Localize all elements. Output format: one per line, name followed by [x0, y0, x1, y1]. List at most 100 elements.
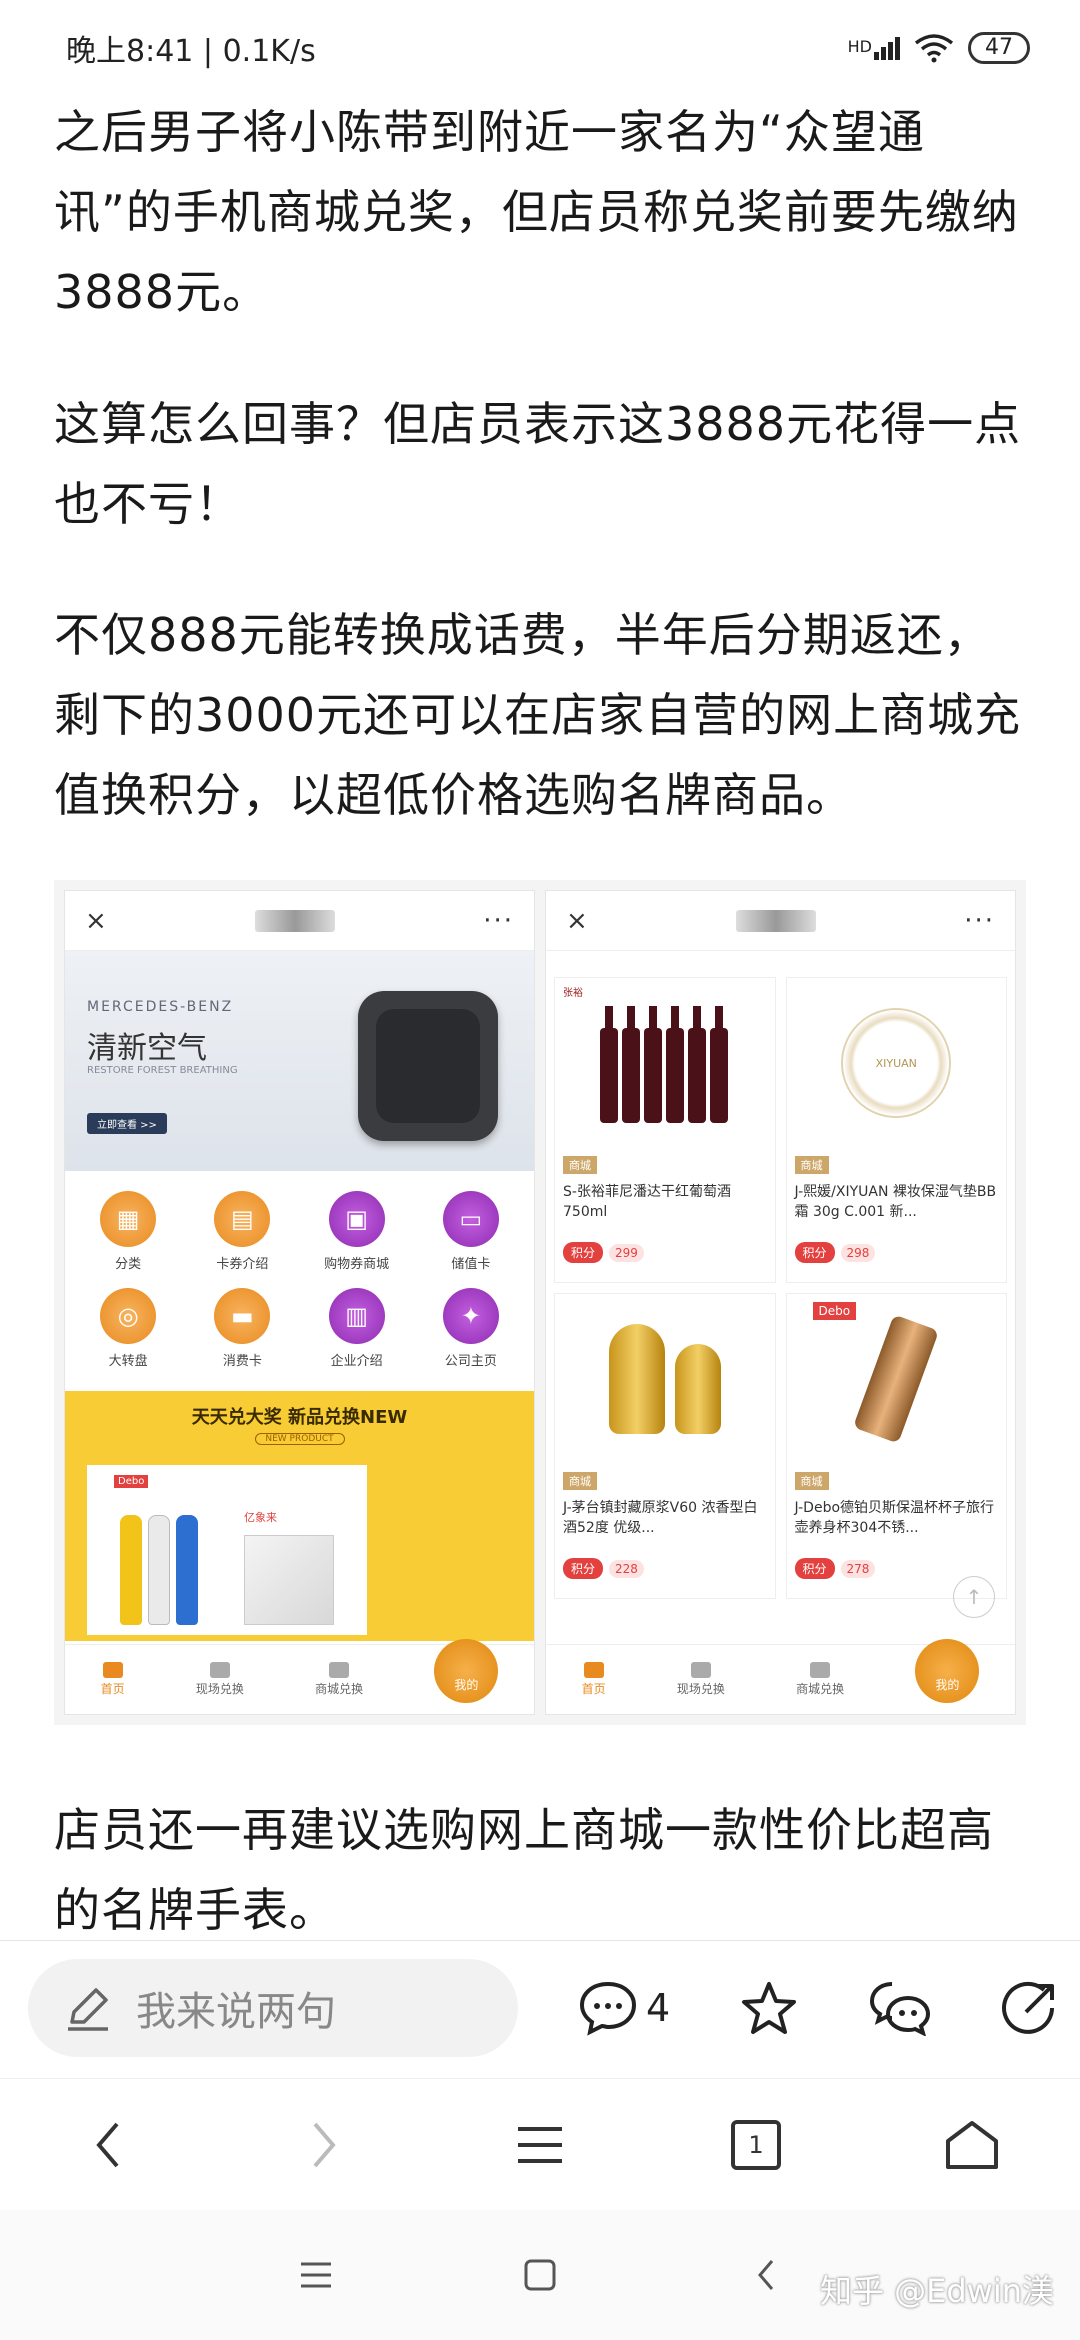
product-name: S-张裕菲尼潘达干红葡萄酒750ml — [563, 1184, 731, 1220]
hd-label: HD — [847, 36, 872, 56]
tab-onsite-exchange: 现场兑换 — [196, 1662, 244, 1697]
cloud-icon — [810, 1662, 831, 1678]
status-bar: 晚上8:41 | 0.1K/s HD 47 — [0, 0, 1080, 96]
promo-section: 天天兑大奖 新品兑换NEW NEW PRODUCT Debo 亿象来 — [65, 1391, 534, 1641]
status-time: 晚上8:41 — [66, 34, 194, 69]
forward-button[interactable] — [284, 2105, 364, 2185]
article-paragraph: 店员还一再建议选购网上商城一款性价比超高的名牌手表。 — [54, 1803, 994, 1937]
product-name: J-熙媛/XIYUAN 裸妆保湿气垫BB霜 30g C.001 新... — [794, 1184, 997, 1220]
comment-placeholder: 我来说两句 — [136, 1989, 336, 2035]
recent-apps-button[interactable] — [286, 2250, 346, 2300]
brand-label: Debo — [114, 1475, 149, 1488]
homepage-icon: ✦ — [442, 1288, 499, 1344]
promo-products: Debo 亿象来 — [87, 1465, 367, 1635]
product-points: 积分 278 — [794, 1558, 876, 1579]
product-tag: 商城 — [563, 1472, 597, 1490]
more-icon: ··· — [483, 905, 514, 936]
product-tag: 商城 — [794, 1156, 829, 1174]
wechat-share-button[interactable] — [868, 1980, 932, 2036]
scroll-top-icon: ↑ — [953, 1576, 995, 1618]
status-net-speed: 0.1K/s — [222, 34, 316, 69]
cushion-compact: XIYUAN — [841, 1008, 952, 1118]
grid-item: ▬ 消费卡 — [185, 1288, 299, 1369]
back-system-button[interactable] — [736, 2250, 796, 2300]
favorite-button[interactable] — [740, 1980, 798, 2036]
tab-label: 商城兑换 — [796, 1682, 845, 1696]
banner-brand: MERCEDES-BENZ — [87, 999, 234, 1015]
tab-mine: 我的 — [915, 1638, 980, 1703]
coupon-icon: ▤ — [214, 1191, 271, 1247]
grid-item: ▥ 企业介绍 — [300, 1288, 414, 1369]
home-system-button[interactable] — [510, 2250, 570, 2300]
left-phone-screenshot: × ··· MERCEDES-BENZ 清新空气 RESTORE FOREST … — [64, 890, 535, 1715]
phone-tab-bar: 首页 现场兑换 商城兑换 我的 — [65, 1638, 534, 1714]
home-icon — [583, 1662, 604, 1678]
shopping-mall-icon: ▣ — [328, 1191, 385, 1247]
points-value: 298 — [840, 1243, 876, 1262]
wine-image — [555, 978, 775, 1148]
product-name: J-Debo德铂贝斯保温杯杯子旅行壶养身杯304不锈... — [794, 1500, 995, 1536]
star-icon — [742, 1982, 797, 2034]
comment-bar: 我来说两句 4 — [0, 1940, 1080, 2075]
tab-label: 现场兑换 — [195, 1682, 244, 1696]
tab-label: 商城兑换 — [315, 1682, 364, 1696]
cloud-icon — [329, 1662, 350, 1678]
package-group: 亿象来 — [244, 1511, 334, 1625]
home-icon — [946, 2120, 998, 2169]
menu-button[interactable] — [500, 2105, 580, 2185]
points-label: 积分 — [794, 1558, 835, 1579]
home-button[interactable] — [932, 2105, 1012, 2185]
more-icon: ··· — [964, 905, 995, 936]
grid-item: ▦ 分类 — [71, 1191, 185, 1272]
grid-label: 企业介绍 — [330, 1354, 383, 1369]
category-grid: ▦ 分类 ▤ 卡券介绍 ▣ 购物券商城 ▭ 储值卡 ◎ 大转盘 ▬ 消费卡 ▥ 企业介绍 ✦ 公… — [65, 1181, 534, 1379]
promo-subtitle: NEW PRODUCT — [254, 1433, 345, 1445]
product-brand-label: XIYUAN — [875, 1056, 917, 1070]
points-label: 积分 — [794, 1242, 835, 1263]
comments-button[interactable]: 4 — [578, 1980, 670, 2036]
tab-count-icon: 1 — [731, 2119, 781, 2170]
points-value: 228 — [609, 1559, 644, 1578]
banner-subtitle: RESTORE FOREST BREATHING — [87, 1065, 238, 1076]
browser-nav-bar: 1 — [0, 2078, 1080, 2210]
signal-bar-icon — [874, 51, 879, 60]
gold-bottle-image — [674, 1344, 721, 1434]
product-points: 积分 299 — [563, 1242, 644, 1263]
watermark: 知乎 @Edwin渼 — [819, 2272, 1054, 2310]
share-button[interactable] — [1002, 1980, 1058, 2036]
status-divider: | — [202, 34, 223, 69]
basket-icon — [209, 1662, 230, 1678]
comment-bubble-icon — [579, 1981, 637, 2036]
points-label: 积分 — [563, 1242, 604, 1263]
grid-item: ◎ 大转盘 — [71, 1288, 185, 1369]
comment-input[interactable]: 我来说两句 — [28, 1959, 518, 2057]
points-label: 积分 — [563, 1558, 604, 1579]
product-points: 积分 298 — [794, 1242, 876, 1263]
chevron-left-icon — [96, 2122, 119, 2167]
tabs-button[interactable]: 1 — [716, 2105, 796, 2185]
grid-item: ▤ 卡券介绍 — [185, 1191, 299, 1272]
cushion-image: XIYUAN — [787, 978, 1007, 1148]
yellow-bottle-image — [120, 1515, 142, 1625]
stored-value-card-icon: ▭ — [442, 1191, 499, 1247]
grid-item: ✦ 公司主页 — [414, 1288, 528, 1369]
product-tag: 商城 — [563, 1156, 597, 1174]
pencil-icon — [68, 1988, 108, 2031]
status-right: HD 47 — [848, 32, 1030, 64]
tab-mall-exchange: 商城兑换 — [315, 1662, 363, 1697]
phone-tab-bar: 首页 现场兑换 商城兑换 我的 — [546, 1638, 1015, 1714]
phone-top-bar: × ··· — [546, 891, 1015, 951]
wechat-icon — [870, 1982, 931, 2036]
banner-button: 立即查看 >> — [87, 1113, 167, 1134]
back-button[interactable] — [68, 2105, 148, 2185]
system-nav-bar: 知乎 @Edwin渼 — [0, 2210, 1080, 2340]
tab-label: 现场兑换 — [676, 1682, 725, 1696]
company-icon: ▥ — [328, 1288, 385, 1344]
wine-bottles-icon — [599, 1006, 728, 1123]
tab-mine: 我的 — [434, 1638, 499, 1703]
tab-mall-exchange: 商城兑换 — [796, 1662, 844, 1697]
signal-bar-icon — [881, 46, 886, 60]
product-card: Debo 商城 J-Debo德铂贝斯保温杯杯子旅行壶养身杯304不锈... 积分… — [785, 1293, 1007, 1599]
grid-label: 储值卡 — [451, 1257, 491, 1272]
signal-bar-icon — [895, 36, 900, 60]
